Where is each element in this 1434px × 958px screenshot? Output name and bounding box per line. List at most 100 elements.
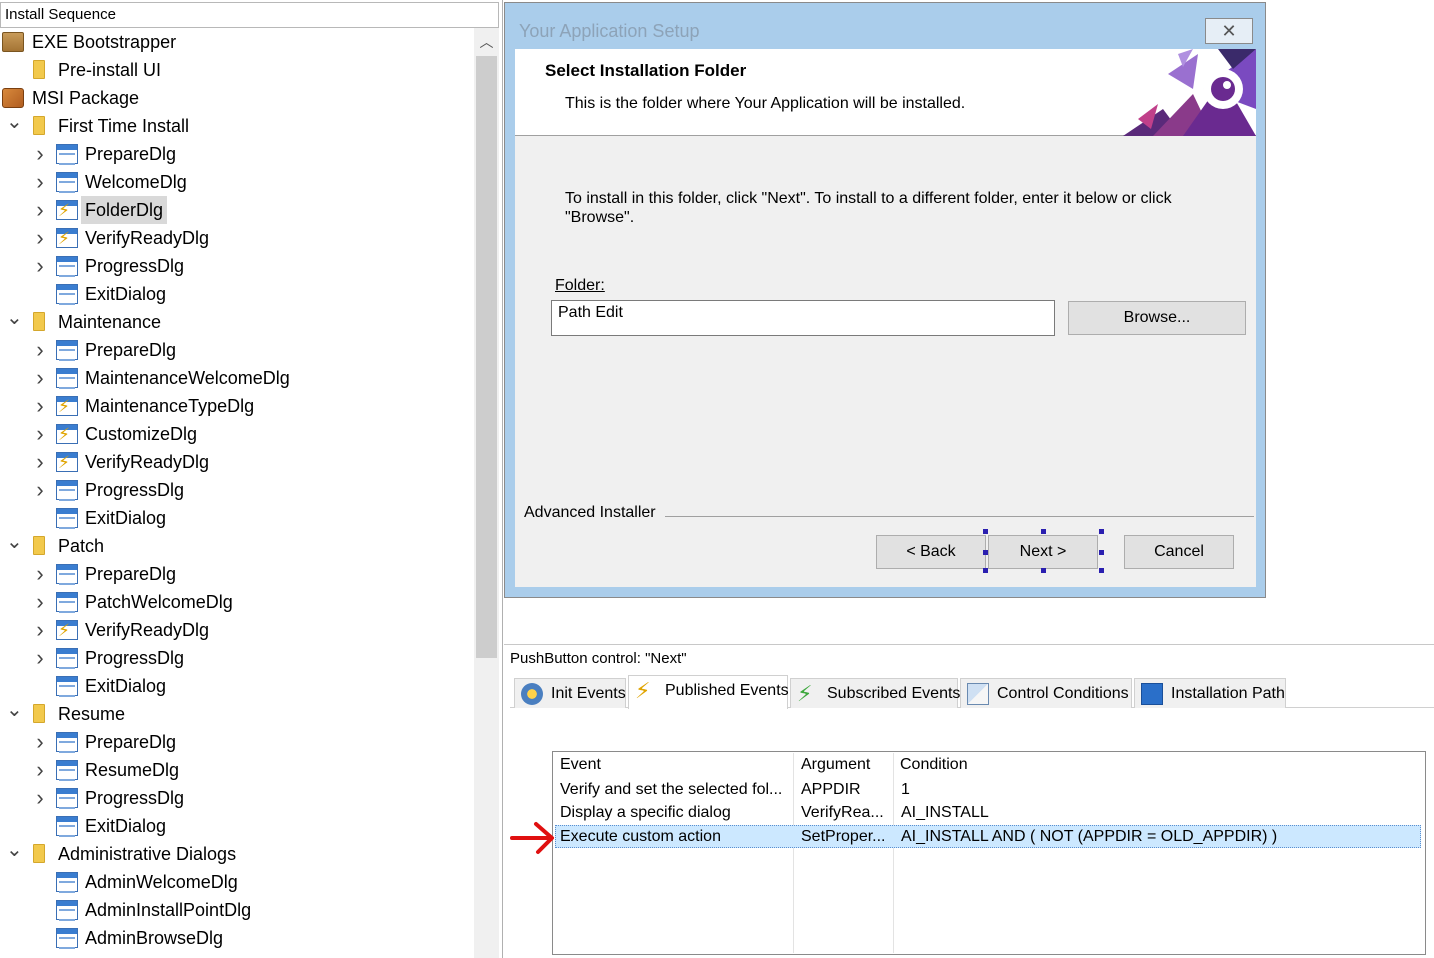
chevron-right-icon[interactable]: › <box>34 588 46 616</box>
browse-button[interactable]: Browse... <box>1068 301 1246 335</box>
chevron-right-icon[interactable]: › <box>34 196 46 224</box>
chevron-right-icon[interactable]: › <box>34 252 46 280</box>
selection-handle[interactable] <box>983 550 988 555</box>
tree-item[interactable]: ⌄ First Time Install <box>0 112 474 140</box>
tree-item[interactable]: AdminBrowseDlg <box>0 924 474 952</box>
tree-item[interactable]: › PrepareDlg <box>0 336 474 364</box>
tree-header: Install Sequence <box>0 2 499 28</box>
tree-item[interactable]: › ProgressDlg <box>0 252 474 280</box>
tree-item[interactable]: ExitDialog <box>0 280 474 308</box>
chevron-right-icon[interactable]: › <box>34 336 46 364</box>
tree-item[interactable]: › PrepareDlg <box>0 728 474 756</box>
scroll-up-icon[interactable]: ︿ <box>474 28 499 56</box>
chevron-down-icon[interactable]: ⌄ <box>6 840 23 868</box>
tree-item[interactable]: ⌄ Resume <box>0 700 474 728</box>
tree-item[interactable]: AdminWelcomeDlg <box>0 868 474 896</box>
chevron-down-icon[interactable]: ⌄ <box>6 532 23 560</box>
chevron-right-icon[interactable]: › <box>34 224 46 252</box>
table-row[interactable]: Display a specific dialog VerifyRea... A… <box>555 802 1421 825</box>
tree-item[interactable]: › ProgressDlg <box>0 476 474 504</box>
tab-init-events[interactable]: Init Events <box>514 678 626 708</box>
tree-item[interactable]: ExitDialog <box>0 672 474 700</box>
column-header-argument[interactable]: Argument <box>801 756 870 774</box>
table-row-selected[interactable]: Execute custom action SetProper... AI_IN… <box>555 825 1421 848</box>
tree-item-label: VerifyReadyDlg <box>85 620 210 640</box>
selection-handle[interactable] <box>1041 568 1046 573</box>
chevron-down-icon[interactable]: ⌄ <box>6 700 23 728</box>
close-icon[interactable]: ✕ <box>1205 18 1253 44</box>
tree-item[interactable]: › CustomizeDlg <box>0 420 474 449</box>
chevron-right-icon[interactable]: › <box>34 756 46 784</box>
tab-control-conditions[interactable]: Control Conditions <box>960 678 1132 708</box>
tab-subscribed-events[interactable]: Subscribed Events <box>790 678 960 709</box>
chevron-down-icon[interactable]: ⌄ <box>6 308 23 336</box>
selection-handle[interactable] <box>1099 529 1104 534</box>
chevron-right-icon[interactable]: › <box>34 420 46 448</box>
chevron-right-icon[interactable]: › <box>34 616 46 644</box>
path-edit-field[interactable]: Path Edit <box>551 300 1055 336</box>
tree-item[interactable]: › WelcomeDlg <box>0 168 474 196</box>
published-events-table[interactable]: Event Argument Condition Verify and set … <box>552 751 1426 955</box>
chevron-right-icon[interactable]: › <box>34 644 46 672</box>
chevron-right-icon[interactable]: › <box>34 364 46 392</box>
selection-handle[interactable] <box>1099 550 1104 555</box>
chevron-right-icon[interactable]: › <box>34 560 46 588</box>
tree-item[interactable]: EXE Bootstrapper <box>0 28 474 56</box>
tree-item[interactable]: › MaintenanceWelcomeDlg <box>0 364 474 392</box>
package-icon <box>2 32 24 52</box>
dialog-icon <box>56 508 78 529</box>
dialog-icon <box>56 788 78 809</box>
chevron-right-icon[interactable]: › <box>34 784 46 812</box>
tree-item[interactable]: › VerifyReadyDlg <box>0 616 474 645</box>
dialog-icon <box>56 256 78 277</box>
chevron-right-icon[interactable]: › <box>34 168 46 196</box>
selection-handle[interactable] <box>983 568 988 573</box>
selection-handle[interactable] <box>983 529 988 534</box>
pane-divider[interactable] <box>502 0 503 958</box>
tree-scrollbar[interactable]: ︿ <box>474 28 499 958</box>
tab-installation-path[interactable]: Installation Path <box>1134 678 1286 708</box>
tree-item[interactable]: › ResumeDlg <box>0 756 474 784</box>
tree-item[interactable]: › MaintenanceTypeDlg <box>0 392 474 421</box>
selection-handle[interactable] <box>1099 568 1104 573</box>
tree-item[interactable]: ⌄ Patch <box>0 532 474 560</box>
tree-item[interactable]: Pre-install UI <box>0 56 474 84</box>
next-button[interactable]: Next > <box>988 535 1098 569</box>
tree-item[interactable]: › VerifyReadyDlg <box>0 224 474 253</box>
selection-handle[interactable] <box>1041 529 1046 534</box>
folder-icon <box>33 60 45 79</box>
tree-item[interactable]: › PatchWelcomeDlg <box>0 588 474 616</box>
tree-item[interactable]: MSI Package <box>0 84 474 112</box>
tree-item-label: PrepareDlg <box>85 144 177 164</box>
tree-item[interactable]: ⌄ Maintenance <box>0 308 474 336</box>
tree-item-label: ExitDialog <box>85 508 167 528</box>
tab-published-events[interactable]: Published Events <box>628 675 789 709</box>
table-row[interactable]: Verify and set the selected fol... APPDI… <box>555 779 1421 802</box>
folder-icon <box>33 704 45 723</box>
tree-item[interactable]: ⌄ Administrative Dialogs <box>0 840 474 868</box>
tree-item[interactable]: ExitDialog <box>0 812 474 840</box>
tree-item[interactable]: AdminInstallPointDlg <box>0 896 474 924</box>
cancel-button[interactable]: Cancel <box>1124 535 1234 569</box>
tree-item[interactable]: › PrepareDlg <box>0 560 474 588</box>
tree-item[interactable]: › ProgressDlg <box>0 644 474 672</box>
tree-item[interactable]: › ProgressDlg <box>0 784 474 812</box>
tree-item[interactable]: › FolderDlg <box>0 196 474 225</box>
tree-item[interactable]: › VerifyReadyDlg <box>0 448 474 477</box>
dialog-events-icon <box>56 421 78 449</box>
chevron-right-icon[interactable]: › <box>34 448 46 476</box>
dialog-icon <box>56 928 78 949</box>
install-sequence-tree[interactable]: EXE Bootstrapper Pre-install UI MSI Packag… <box>0 28 474 958</box>
tree-item-label: PatchWelcomeDlg <box>85 592 233 612</box>
chevron-right-icon[interactable]: › <box>34 728 46 756</box>
chevron-right-icon[interactable]: › <box>34 476 46 504</box>
chevron-right-icon[interactable]: › <box>34 392 46 420</box>
chevron-down-icon[interactable]: ⌄ <box>6 112 23 140</box>
back-button[interactable]: < Back <box>876 535 986 569</box>
column-header-event[interactable]: Event <box>560 756 601 774</box>
column-header-condition[interactable]: Condition <box>900 756 968 774</box>
tree-item[interactable]: ExitDialog <box>0 504 474 532</box>
chevron-right-icon[interactable]: › <box>34 140 46 168</box>
scrollbar-thumb[interactable] <box>476 56 497 658</box>
tree-item[interactable]: › PrepareDlg <box>0 140 474 168</box>
